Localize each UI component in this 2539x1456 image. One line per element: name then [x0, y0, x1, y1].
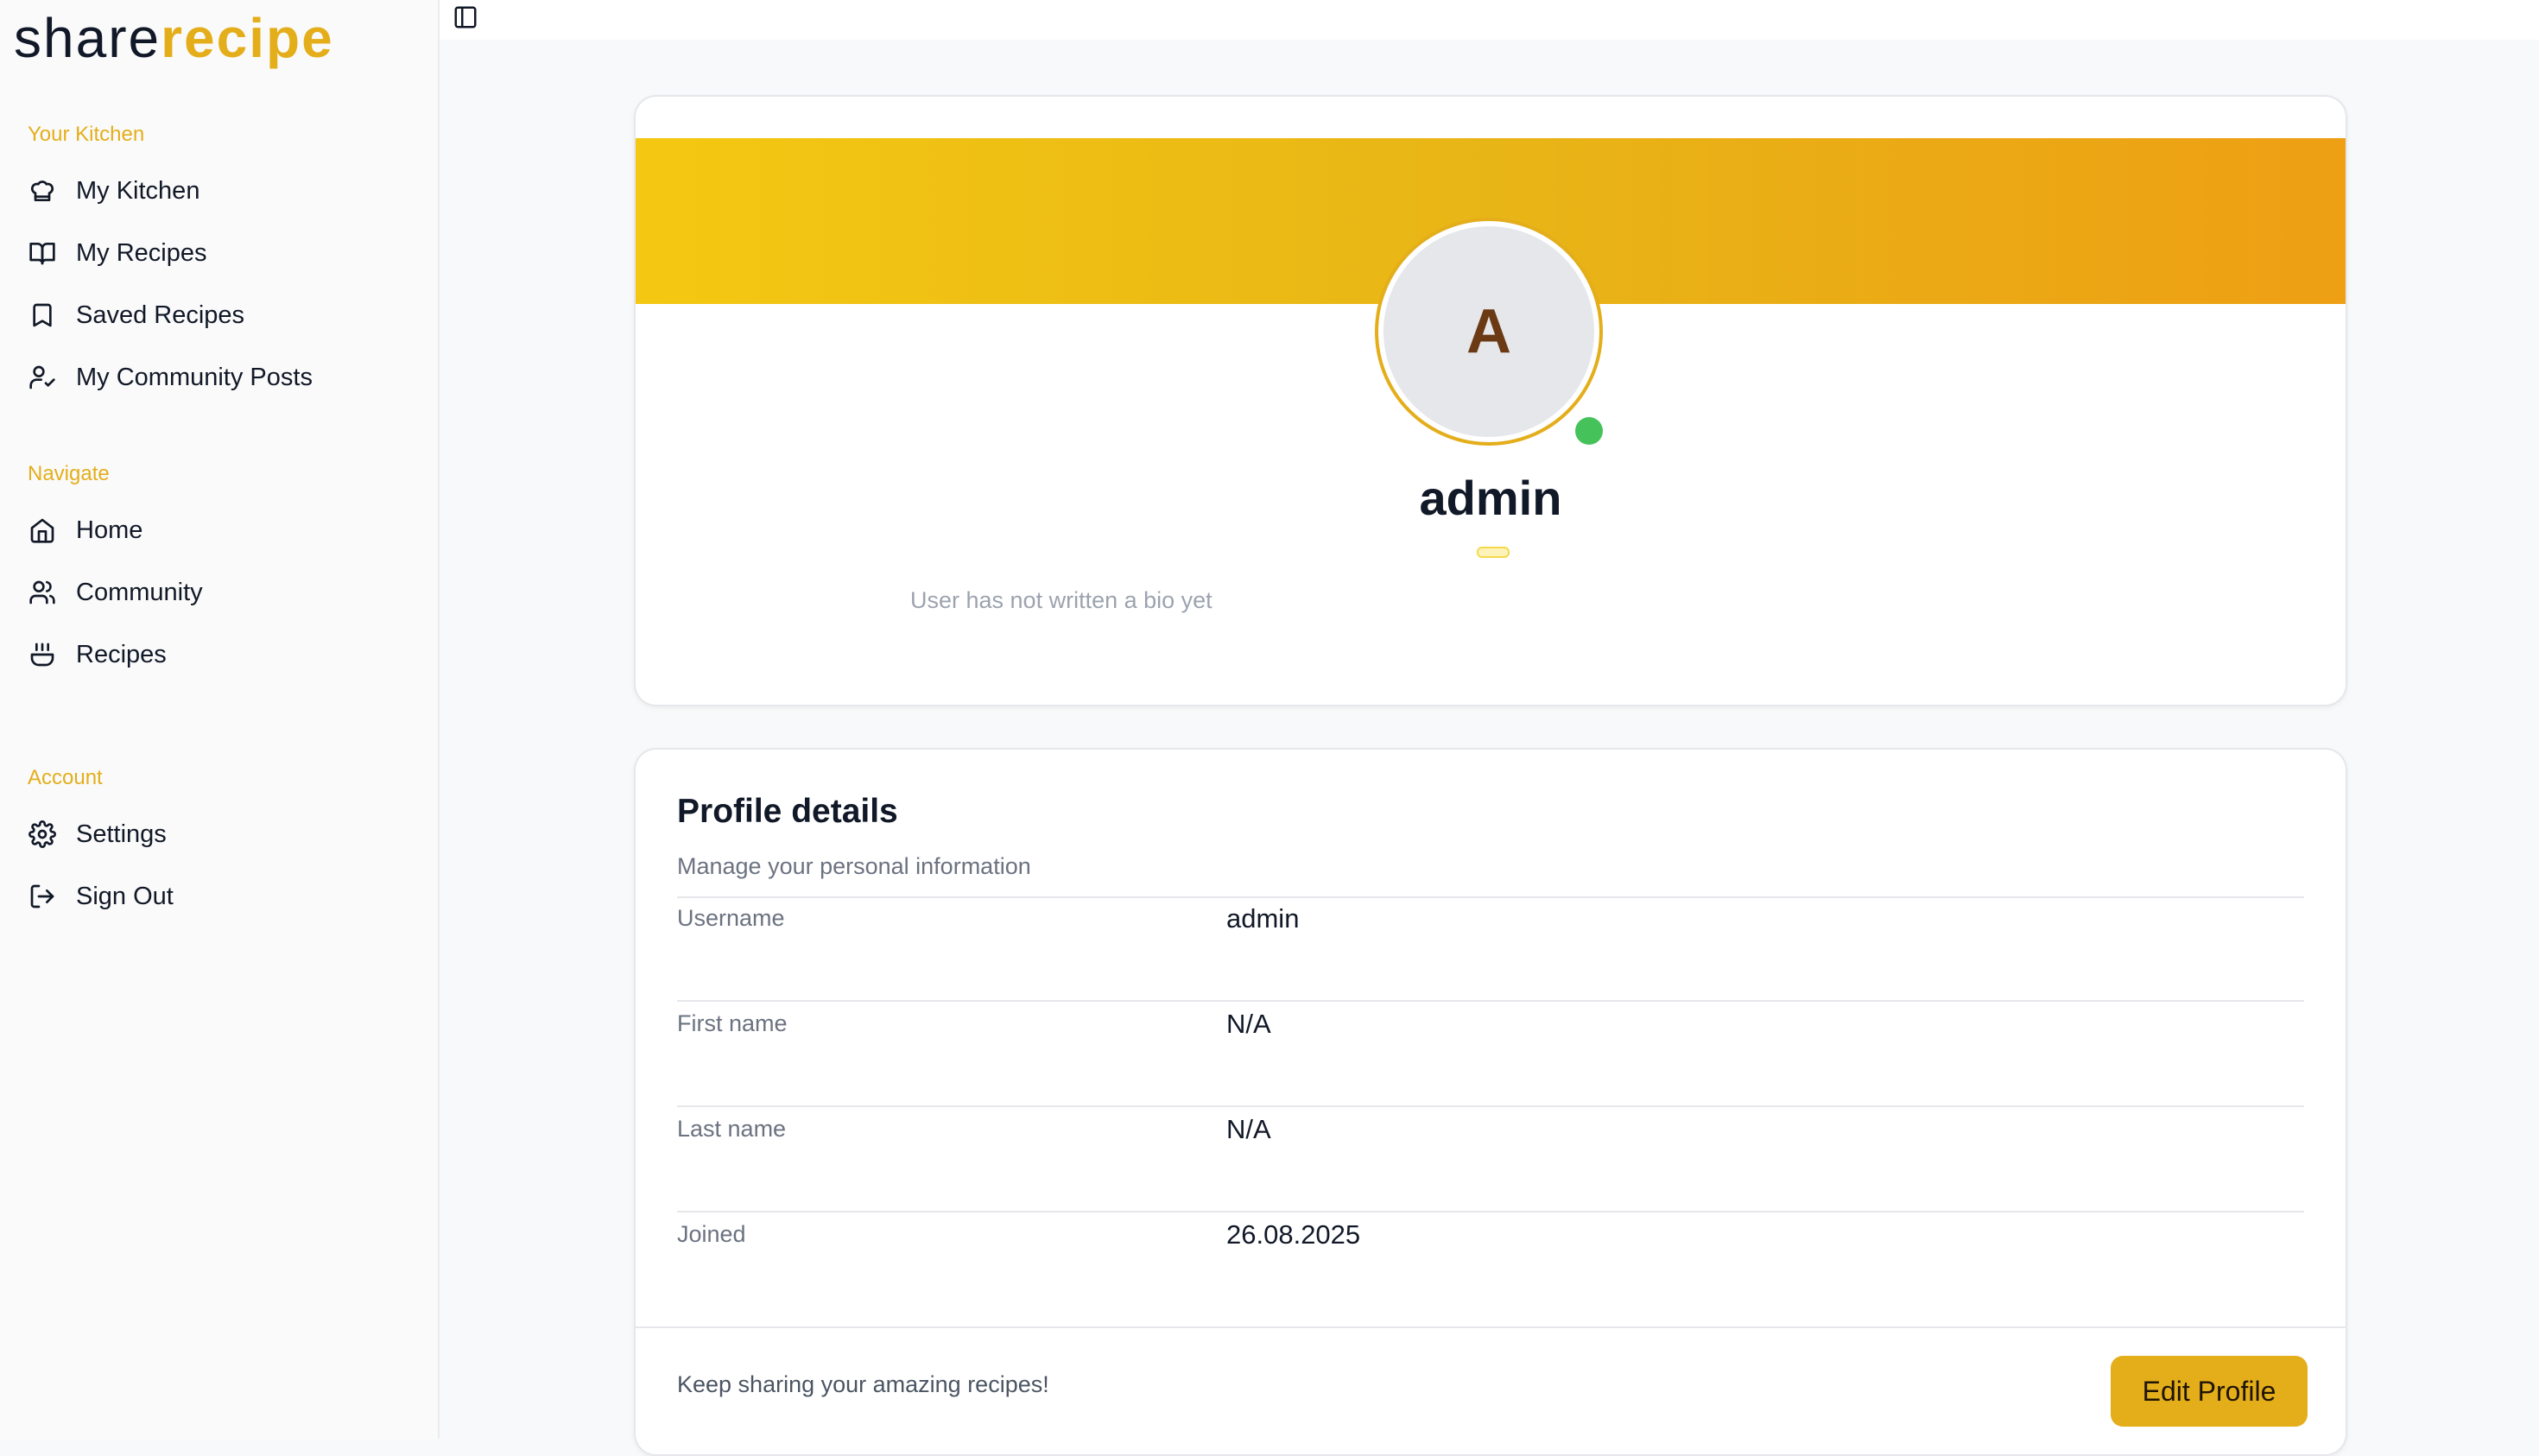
sidebar-item-label: Home: [76, 516, 143, 544]
detail-label: Username: [677, 905, 785, 931]
detail-label: Joined: [677, 1221, 746, 1247]
sidebar-item-label: Sign Out: [76, 882, 174, 910]
sidebar-item-settings[interactable]: Settings: [28, 810, 167, 858]
sidebar-item-my-community-posts[interactable]: My Community Posts: [28, 353, 313, 402]
open-book-icon: [28, 238, 57, 268]
sidebar-item-my-kitchen[interactable]: My Kitchen: [28, 167, 199, 215]
chef-hat-icon: [28, 176, 57, 206]
details-title: Profile details: [677, 793, 898, 830]
avatar: A: [1375, 218, 1603, 446]
sidebar-item-label: Saved Recipes: [76, 301, 245, 329]
sidebar-item-label: My Recipes: [76, 238, 207, 267]
logo-part-share: share: [14, 7, 161, 69]
sidebar-item-label: Community: [76, 578, 203, 606]
sidebar-item-saved-recipes[interactable]: Saved Recipes: [28, 291, 244, 339]
detail-label: First name: [677, 1010, 788, 1036]
profile-hero-card: A admin User has not written a bio yet: [634, 95, 2347, 706]
detail-label: Last name: [677, 1116, 787, 1142]
sidebar-item-community[interactable]: Community: [28, 568, 203, 617]
role-badge: [1477, 547, 1510, 558]
sidebar-item-label: My Community Posts: [76, 363, 313, 391]
details-footer-divider: [636, 1326, 2346, 1328]
bookmark-icon: [28, 301, 57, 330]
profile-details-card: Profile details Manage your personal inf…: [634, 748, 2347, 1456]
cooking-pot-icon: [28, 640, 57, 669]
profile-bio: User has not written a bio yet: [910, 587, 1213, 613]
section-label-account: Account: [28, 766, 103, 789]
profile-name: admin: [1419, 471, 1562, 525]
sidebar-item-home[interactable]: Home: [28, 506, 142, 554]
sidebar-item-label: Recipes: [76, 640, 167, 668]
detail-value: 26.08.2025: [1226, 1219, 1361, 1250]
sidebar-item-label: My Kitchen: [76, 176, 200, 205]
user-check-icon: [28, 363, 57, 392]
detail-row-first-name: First name N/A: [677, 1002, 2304, 1107]
edit-profile-button[interactable]: Edit Profile: [2111, 1356, 2308, 1427]
avatar-initial: A: [1466, 297, 1511, 366]
logo-part-recipe: recipe: [161, 7, 334, 69]
panel-left-icon: [454, 6, 477, 28]
detail-row-username: Username admin: [677, 896, 2304, 1002]
detail-value: N/A: [1226, 1114, 1271, 1144]
detail-value: N/A: [1226, 1009, 1271, 1039]
detail-row-divider: [677, 896, 2304, 898]
sidebar-item-my-recipes[interactable]: My Recipes: [28, 229, 207, 277]
footer-message: Keep sharing your amazing recipes!: [677, 1371, 1049, 1397]
sign-out-icon: [28, 882, 57, 911]
sidebar: sharerecipe Your Kitchen My Kitchen My R…: [0, 0, 440, 1439]
sidebar-item-recipes[interactable]: Recipes: [28, 630, 167, 679]
details-subtitle: Manage your personal information: [677, 853, 1031, 879]
detail-row-joined: Joined 26.08.2025: [677, 1212, 2304, 1318]
sidebar-toggle-button[interactable]: [450, 2, 481, 33]
top-bar: [440, 0, 2539, 40]
section-label-your-kitchen: Your Kitchen: [28, 123, 145, 146]
section-label-navigate: Navigate: [28, 462, 110, 485]
home-icon: [28, 516, 57, 545]
sidebar-item-label: Settings: [76, 820, 167, 848]
detail-value: admin: [1226, 903, 1300, 934]
app-logo[interactable]: sharerecipe: [14, 3, 334, 73]
gear-icon: [28, 820, 57, 849]
users-icon: [28, 578, 57, 607]
detail-row-last-name: Last name N/A: [677, 1107, 2304, 1212]
sidebar-item-sign-out[interactable]: Sign Out: [28, 872, 174, 921]
online-status-indicator: [1575, 417, 1603, 445]
